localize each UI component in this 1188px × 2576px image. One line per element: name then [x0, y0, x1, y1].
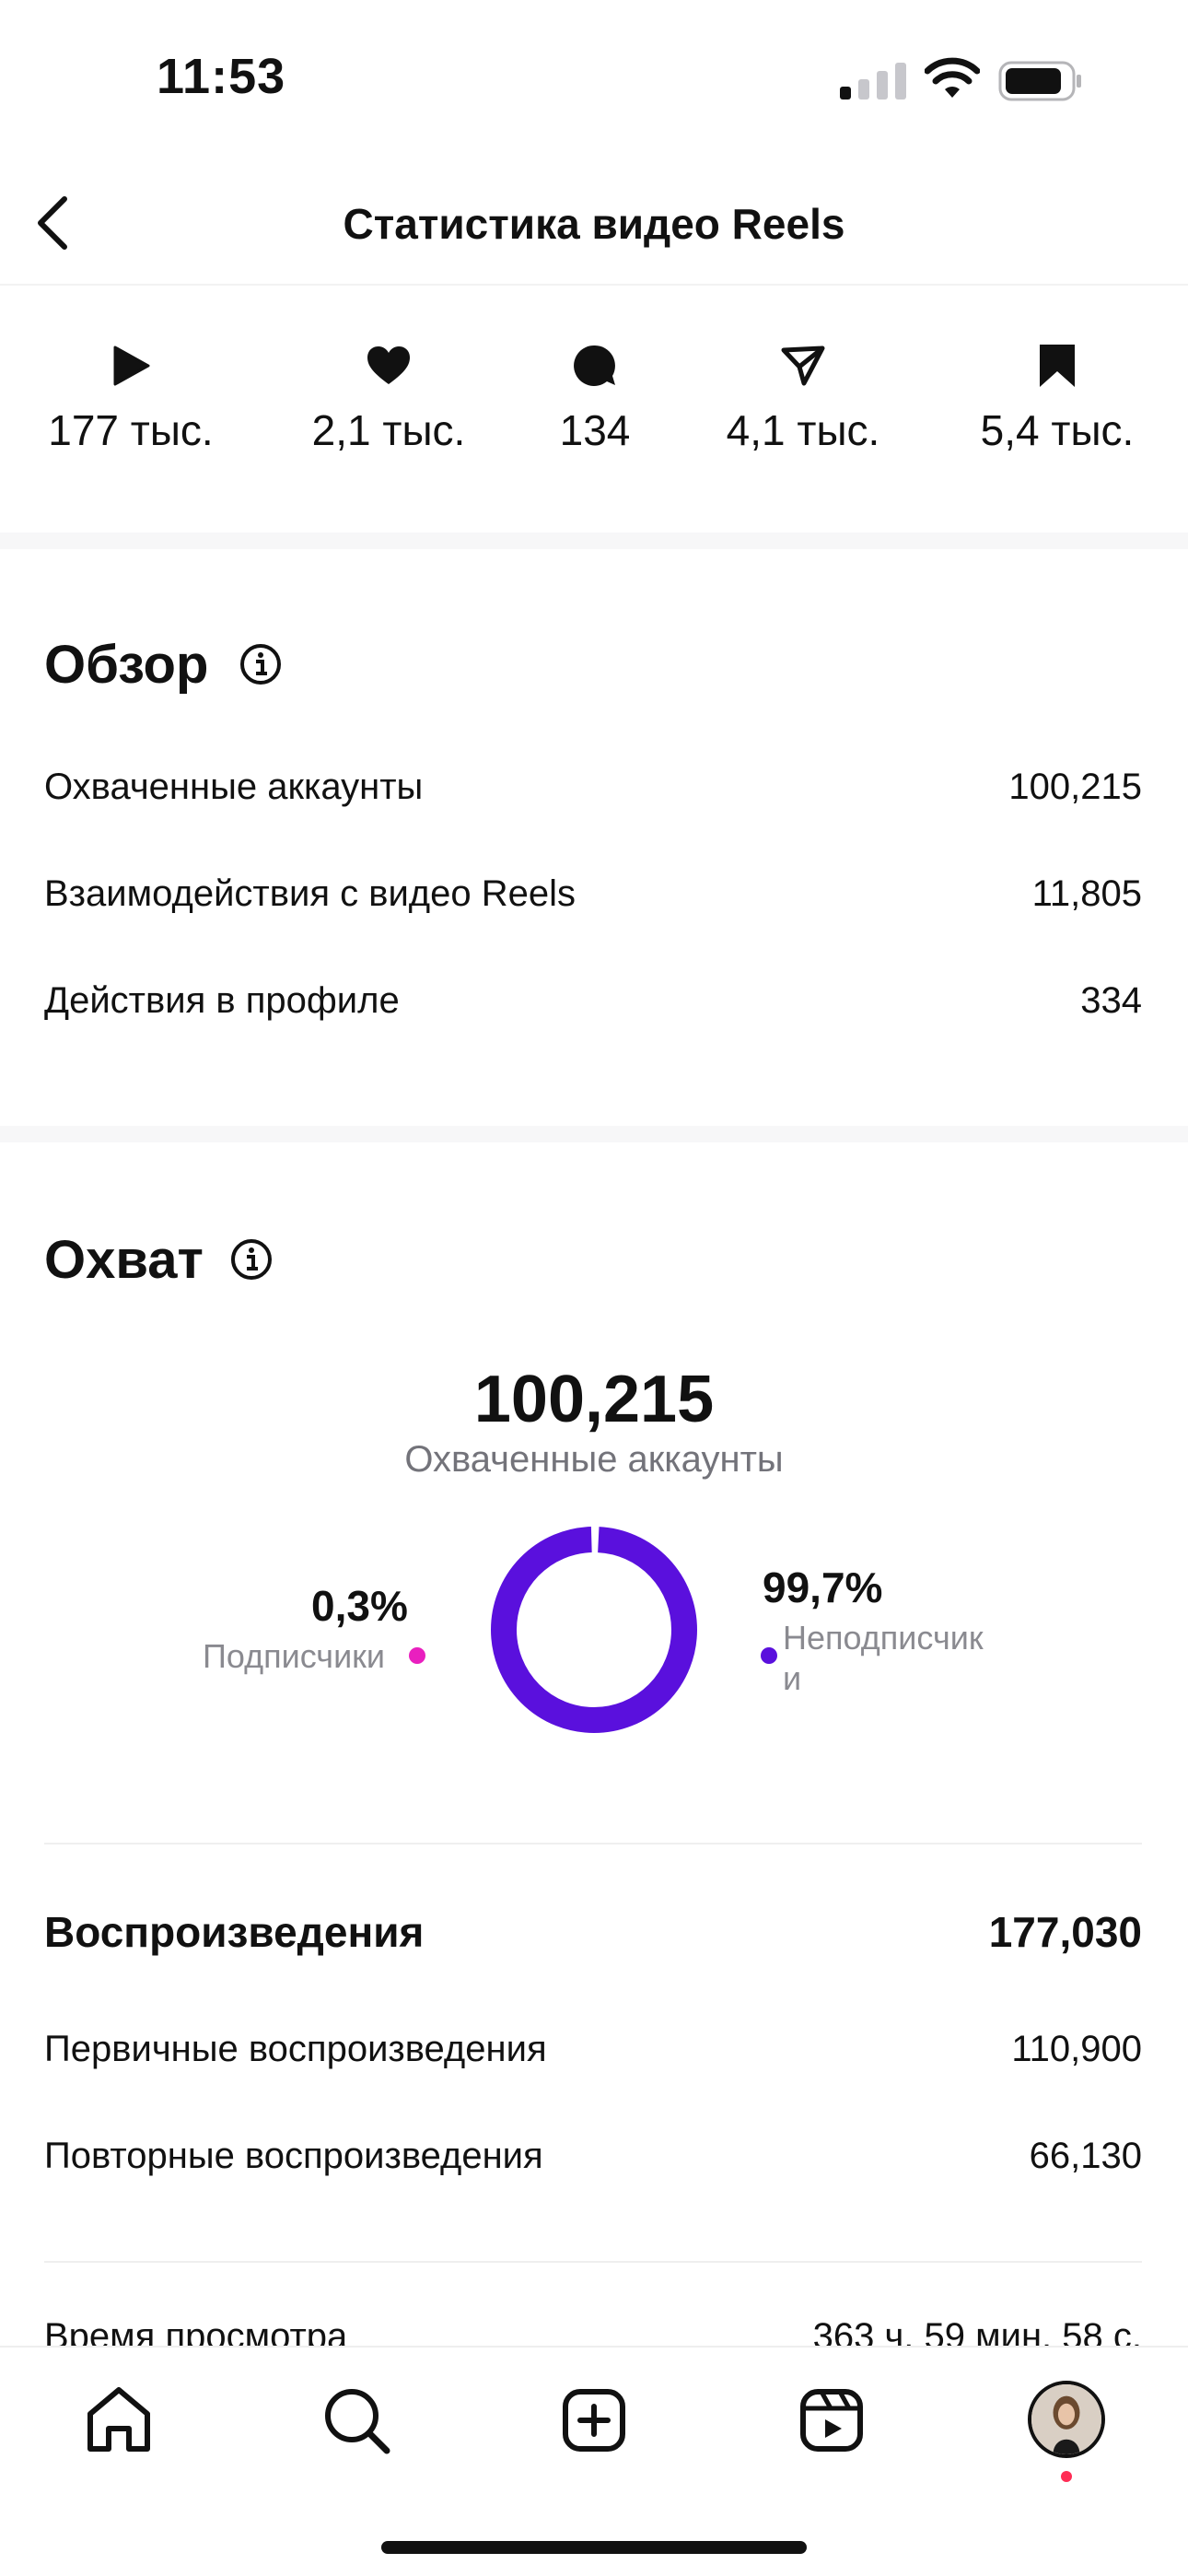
bottom-tab-bar [0, 2346, 1188, 2576]
tab-create[interactable] [553, 2379, 635, 2462]
row-label: Охваченные аккаунты [44, 767, 424, 807]
plays-row-initial: Первичные воспроизведения 110,900 [44, 2029, 1142, 2084]
tab-search[interactable] [315, 2379, 398, 2462]
reach-total-caption: Охваченные аккаунты [404, 1439, 784, 1480]
info-icon[interactable] [230, 1238, 273, 1281]
avatar [1031, 2384, 1101, 2454]
non-followers-legend-dot [761, 1647, 777, 1664]
metric-value: 4,1 тыс. [726, 406, 880, 454]
reach-total: 100,215 [473, 1363, 715, 1436]
non-followers-percent: 99,7% [763, 1563, 883, 1611]
home-indicator[interactable] [381, 2541, 807, 2554]
status-bar: 11:53 [0, 0, 1188, 157]
followers-percent: 0,3% [311, 1582, 408, 1630]
search-icon [325, 2389, 390, 2454]
reach-title: Охват [44, 1230, 204, 1290]
section-separator [0, 533, 1188, 549]
overview-row-interactions: Взаимодействия с видео Reels 11,805 [44, 873, 1142, 929]
wifi-icon [925, 57, 980, 98]
donut-segment-non-followers [491, 1527, 697, 1733]
non-followers-label: Неподписчик и [783, 1619, 984, 1697]
metric-value: 2,1 тыс. [311, 406, 466, 454]
battery-icon [998, 61, 1081, 101]
row-value: 100,215 [1008, 767, 1142, 807]
page-title: Статистика видео Reels [343, 200, 845, 248]
row-value: 11,805 [1031, 873, 1142, 914]
followers-label: Подписчики [203, 1637, 386, 1675]
reach-donut-chart [491, 1527, 697, 1733]
home-icon [87, 2387, 150, 2452]
row-label: Взаимодействия с видео Reels [44, 873, 577, 914]
plays-total-row: Воспроизведения 177,030 [44, 1907, 1142, 1962]
plays-row-replays: Повторные воспроизведения 66,130 [44, 2136, 1142, 2191]
plays-total: 177,030 [988, 1908, 1142, 1956]
header: Статистика видео Reels [0, 157, 1188, 286]
metric-value: 134 [559, 406, 631, 454]
tab-reels[interactable] [790, 2379, 873, 2462]
notification-dot [1061, 2471, 1072, 2482]
metric-comments: 134 [484, 343, 705, 455]
reels-icon [800, 2389, 863, 2452]
followers-legend-dot [409, 1647, 425, 1664]
tab-profile-avatar[interactable] [1028, 2381, 1105, 2458]
heart-icon [367, 346, 410, 384]
bookmark-icon [1040, 345, 1075, 387]
row-value: 334 [1080, 980, 1142, 1021]
divider [44, 1843, 1142, 1844]
section-separator [0, 1126, 1188, 1142]
screen: 11:53 Статистика видео Reels 177 тыс. 2,… [0, 0, 1188, 2576]
metric-saves: 5,4 тыс. [947, 343, 1168, 455]
share-icon [781, 345, 825, 386]
row-label: Первичные воспроизведения [44, 2029, 547, 2069]
reel-metrics-row: 177 тыс. 2,1 тыс. 134 4,1 тыс. 5,4 тыс. [0, 287, 1188, 529]
info-icon[interactable] [239, 643, 282, 685]
plays-title: Воспроизведения [44, 1908, 425, 1956]
divider [44, 2261, 1142, 2263]
metric-value: 5,4 тыс. [980, 406, 1135, 454]
metric-plays: 177 тыс. [20, 343, 241, 455]
metric-shares: 4,1 тыс. [693, 343, 914, 455]
comment-icon [574, 345, 615, 386]
row-label: Повторные воспроизведения [44, 2136, 543, 2176]
row-value: 66,130 [1029, 2136, 1142, 2176]
cellular-signal-icon [840, 61, 906, 100]
play-icon [113, 345, 150, 386]
overview-row-profile-activity: Действия в профиле 334 [44, 980, 1142, 1036]
tab-home[interactable] [77, 2379, 160, 2462]
metric-value: 177 тыс. [48, 406, 214, 454]
overview-row-accounts-reached: Охваченные аккаунты 100,215 [44, 767, 1142, 822]
create-icon [563, 2389, 625, 2452]
metric-likes: 2,1 тыс. [278, 343, 499, 455]
row-value: 110,900 [1011, 2029, 1142, 2069]
overview-title: Обзор [44, 635, 209, 695]
row-label: Действия в профиле [44, 980, 400, 1021]
status-time: 11:53 [157, 49, 286, 104]
